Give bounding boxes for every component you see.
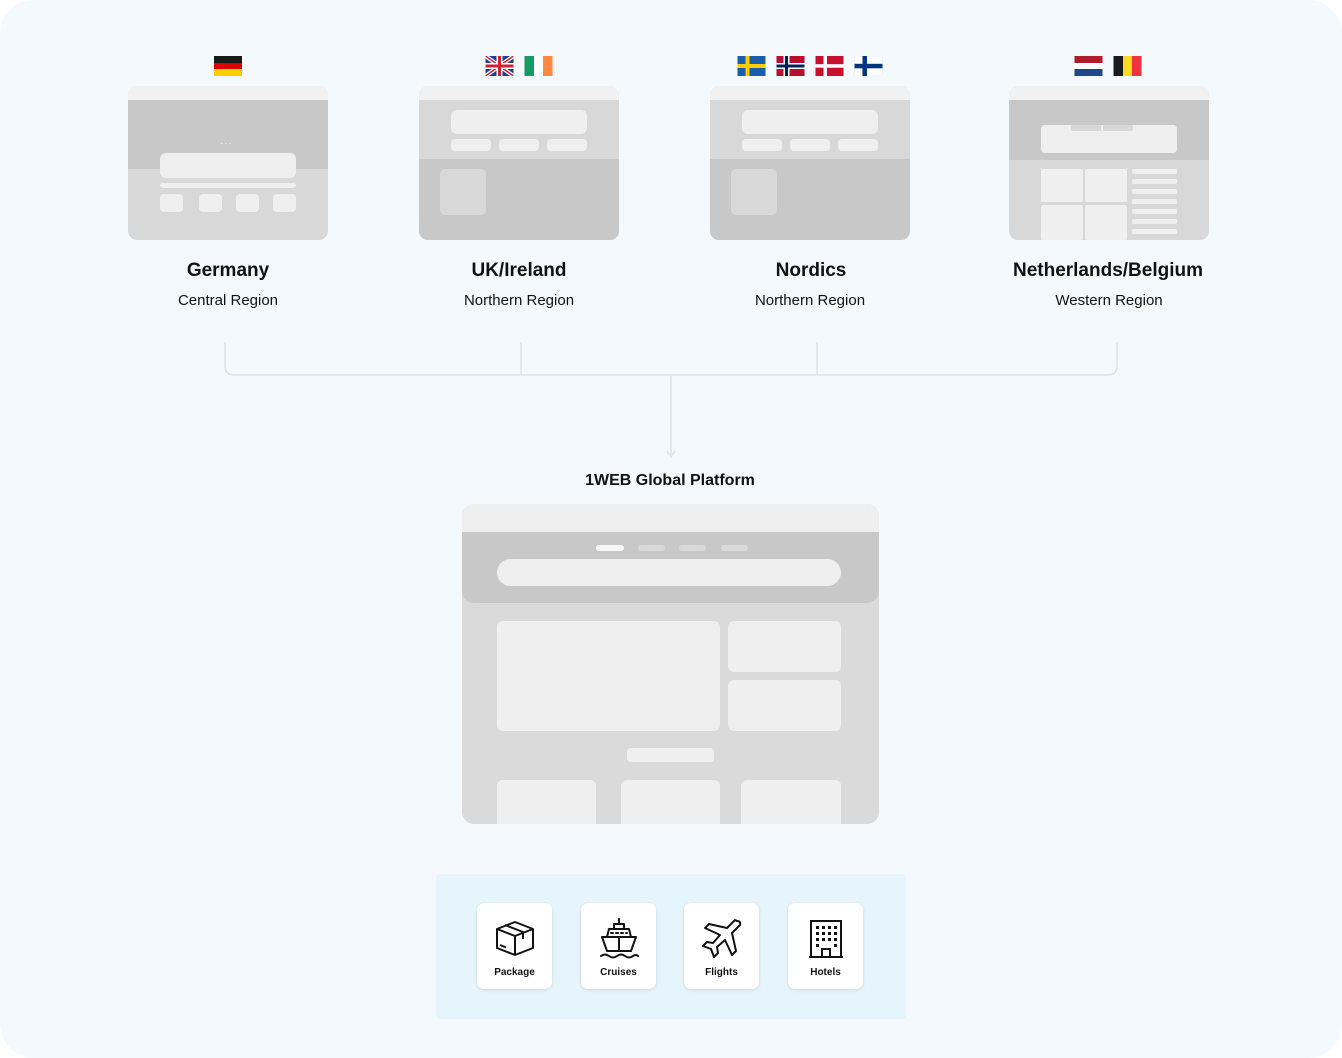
- cruise-ship-icon: [600, 918, 639, 959]
- connector-lines: [224, 342, 1118, 459]
- package-box-icon: [496, 921, 534, 956]
- diagram-canvas: ··· Germany Central Region UK/Ireland No…: [0, 0, 1342, 1058]
- service-card-package[interactable]: Package: [477, 903, 552, 989]
- airplane-icon: [702, 919, 742, 958]
- service-label-cruises: Cruises: [600, 967, 637, 978]
- global-platform-mockup: [462, 504, 879, 824]
- service-label-package: Package: [494, 967, 535, 978]
- services-panel: Package Cruises Flights Hotels: [436, 874, 906, 1019]
- service-card-cruises[interactable]: Cruises: [581, 903, 656, 989]
- service-card-flights[interactable]: Flights: [684, 903, 759, 989]
- service-label-flights: Flights: [705, 967, 738, 978]
- hotel-building-icon: [809, 920, 843, 958]
- platform-title: 1WEB Global Platform: [585, 472, 755, 489]
- service-label-hotels: Hotels: [810, 967, 841, 978]
- service-card-hotels[interactable]: Hotels: [788, 903, 863, 989]
